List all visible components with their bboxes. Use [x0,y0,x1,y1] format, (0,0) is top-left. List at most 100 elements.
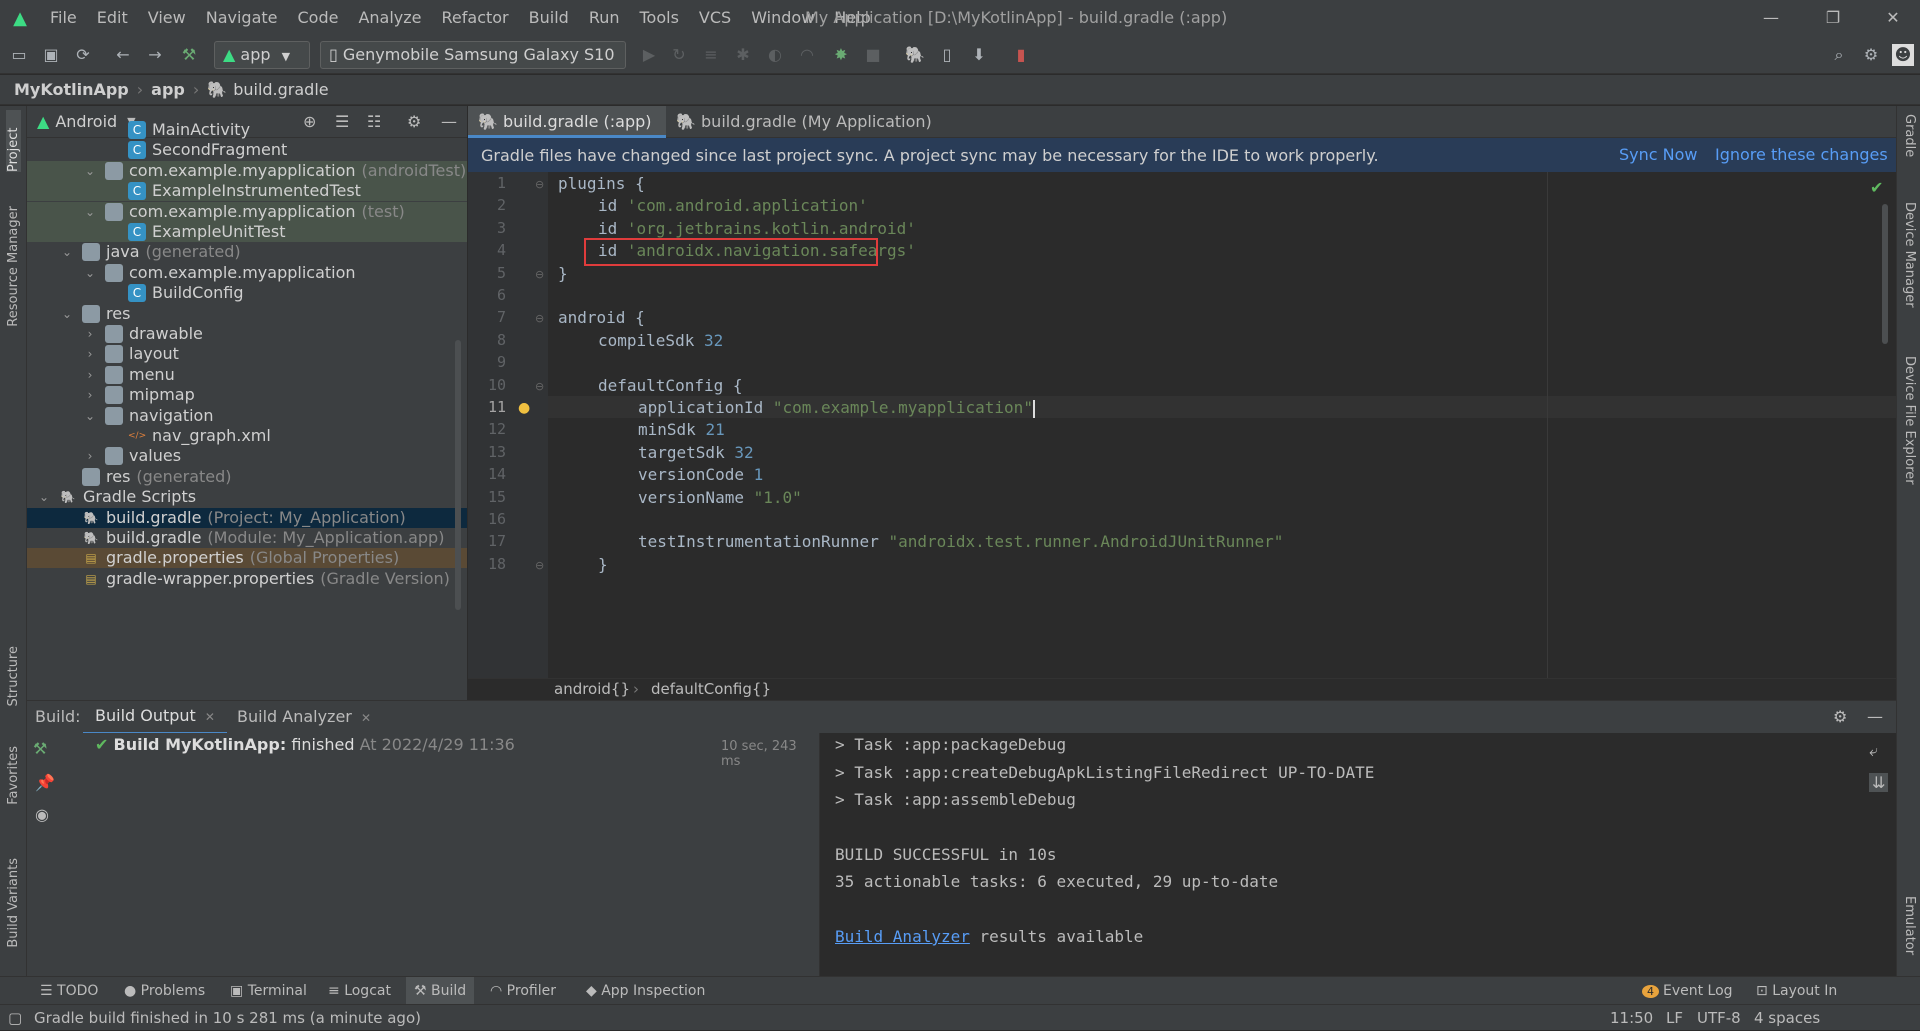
fold-marker-icon[interactable]: ⊖ [535,559,544,572]
caret-position[interactable]: 11:50 [1610,1005,1653,1031]
status-panel-icon[interactable]: ▢ [8,1005,22,1031]
tree-item[interactable]: › drawable [27,324,467,344]
sync-now-link[interactable]: Sync Now [1619,138,1698,172]
tree-item[interactable]: ⌄ com.example.myapplication (androidTest) [27,160,467,181]
tool-window-gradle[interactable]: Gradle [1902,114,1917,157]
menu-edit[interactable]: Edit [87,0,138,36]
tree-item[interactable]: ⌄ com.example.myapplication (test) [27,201,467,222]
tree-item[interactable]: › values [27,446,467,466]
tree-item[interactable]: ⌄ java (generated) [27,242,467,262]
tab-build-gradle-project[interactable]: 🐘 build.gradle (My Application) ✕ [666,106,956,163]
tree-item[interactable]: C ExampleInstrumentedTest [27,181,467,202]
account-icon[interactable]: ☻ [1892,44,1914,66]
tab-build-gradle-app[interactable]: 🐘 build.gradle (:app) ✕ [468,106,666,163]
file-encoding[interactable]: UTF-8 [1697,1005,1741,1031]
soft-wrap-icon[interactable]: ⤶ [1869,741,1878,761]
layout-inspector-icon[interactable]: ▮ [1010,44,1032,66]
chevron-down-icon[interactable]: ⌄ [83,202,97,222]
menu-build[interactable]: Build [519,0,579,36]
stop-icon[interactable]: ■ [862,44,884,66]
breadcrumb-android-block[interactable]: android{} [554,680,630,698]
tool-window-device-manager[interactable]: Device Manager [1902,202,1917,308]
tab-problems[interactable]: ● Problems [124,977,205,1005]
chevron-down-icon[interactable]: ⌄ [83,161,97,181]
tree-item[interactable]: C ExampleUnitTest [27,222,467,242]
apply-code-changes-icon[interactable]: ≡ [700,44,722,66]
tab-build-analyzer[interactable]: Build Analyzer ✕ [237,701,371,734]
fold-marker-icon[interactable]: ⊖ [535,178,544,191]
chevron-down-icon[interactable]: ⌄ [60,242,74,262]
breadcrumb-project[interactable]: MyKotlinApp [14,80,129,99]
close-window-button[interactable]: ✕ [1866,0,1920,36]
lightbulb-icon[interactable]: ● [518,400,530,416]
fold-marker-icon[interactable]: ⊖ [535,268,544,281]
chevron-right-icon[interactable]: › [83,446,97,466]
scroll-to-end-icon[interactable]: ⇊ [1869,773,1889,792]
menu-vcs[interactable]: VCS [689,0,741,36]
breadcrumb-defaultconfig-block[interactable]: defaultConfig{} [651,680,771,698]
tool-window-favorites[interactable]: Favorites [6,746,21,805]
tab-profiler[interactable]: ◠ Profiler [490,977,556,1005]
tree-item[interactable]: res (generated) [27,467,467,487]
search-icon[interactable]: ⌕ [1828,44,1850,66]
sdk-manager-icon[interactable]: ⬇ [968,44,990,66]
run-icon[interactable]: ▶ [638,44,660,66]
tab-layout-inspector[interactable]: ⊡ Layout In [1756,977,1837,1005]
run-config-select[interactable]: ▲ app ▼ [214,41,310,69]
tool-window-build-variants[interactable]: Build Variants [6,858,21,948]
tree-item[interactable]: ▤ gradle-wrapper.properties (Gradle Versio… [27,569,467,589]
chevron-down-icon[interactable]: ⌄ [60,304,74,324]
tree-item[interactable]: 🐘 build.gradle (Project: My_Application) [27,507,467,528]
back-arrow-icon[interactable]: ← [112,44,134,66]
device-manager-icon[interactable]: ▯ [936,44,958,66]
tab-event-log[interactable]: 4 Event Log [1642,977,1733,1006]
debug-icon[interactable]: ✱ [732,44,754,66]
status-message[interactable]: Gradle build finished in 10 s 281 ms (a … [34,1005,421,1031]
tree-item[interactable]: › layout [27,344,467,364]
menu-analyze[interactable]: Analyze [348,0,431,36]
ignore-changes-link[interactable]: Ignore these changes [1715,138,1888,172]
chevron-down-icon[interactable]: ⌄ [37,487,51,507]
breadcrumb-module[interactable]: app [151,80,185,99]
tool-window-resource-manager[interactable]: Resource Manager [6,206,21,327]
debug-attach-icon[interactable]: ✸ [830,44,852,66]
tree-item[interactable]: ⌄ res [27,304,467,324]
menu-run[interactable]: Run [579,0,630,36]
device-select[interactable]: ▯ Genymobile Samsung Galaxy S10 ▼ [320,41,626,89]
close-icon[interactable]: ✕ [205,710,215,724]
tree-item[interactable]: ⌄ com.example.myapplication [27,263,467,283]
attach-debugger-icon[interactable]: ◠ [796,44,818,66]
chevron-down-icon[interactable]: ⌄ [83,406,97,426]
open-folder-icon[interactable]: ▭ [8,44,30,66]
tree-item[interactable]: › mipmap [27,385,467,405]
fold-marker-icon[interactable]: ⊖ [535,380,544,393]
pin-icon[interactable]: 📌 [35,773,55,792]
tab-todo[interactable]: ☰ TODO [40,977,98,1005]
menu-refactor[interactable]: Refactor [432,0,519,36]
tree-item[interactable]: 🐘 build.gradle (Module: My_Application.app… [27,528,467,548]
gear-icon[interactable]: ⚙ [1860,44,1882,66]
menu-navigate[interactable]: Navigate [196,0,288,36]
chevron-down-icon[interactable]: ⌄ [83,263,97,283]
hammer-icon[interactable]: ⚒ [33,739,47,758]
forward-arrow-icon[interactable]: → [144,44,166,66]
gradle-sync-icon[interactable]: 🐘 [904,44,926,66]
line-separator[interactable]: LF [1666,1005,1683,1031]
tab-logcat[interactable]: ≡ Logcat [328,977,391,1005]
profile-icon[interactable]: ◐ [764,44,786,66]
sync-icon[interactable]: ⟳ [72,44,94,66]
apply-changes-icon[interactable]: ↻ [668,44,690,66]
menu-tools[interactable]: Tools [630,0,689,36]
tree-item[interactable]: › menu [27,365,467,385]
tab-app-inspection[interactable]: ◆ App Inspection [586,977,705,1005]
tree-item[interactable]: C SecondFragment [27,140,467,160]
tab-build[interactable]: ⚒ Build [406,977,475,1005]
chevron-right-icon[interactable]: › [83,385,97,405]
build-result-row[interactable]: ✔ Build MyKotlinApp: finished At 2022/4/… [95,735,515,754]
menu-code[interactable]: Code [288,0,349,36]
close-icon[interactable]: ✕ [361,711,371,725]
breadcrumb-file[interactable]: build.gradle [233,80,328,99]
tree-item[interactable]: </> nav_graph.xml [27,426,467,446]
build-console[interactable]: > Task :app:packageDebug > Task :app:cre… [821,733,1896,977]
indent-setting[interactable]: 4 spaces [1754,1005,1820,1031]
